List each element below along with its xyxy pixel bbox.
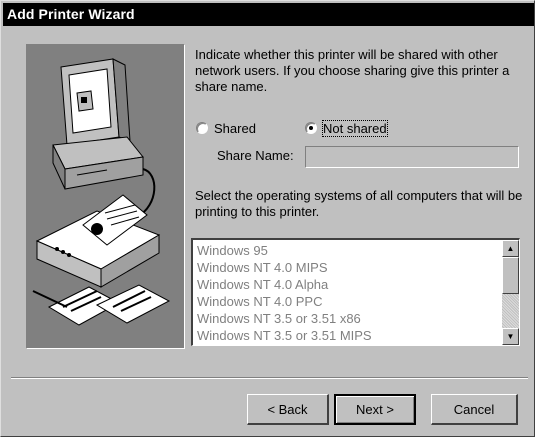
shared-radio-button[interactable] (196, 122, 208, 134)
arrow-down-icon: ▼ (506, 332, 515, 341)
list-item[interactable]: Windows NT 3.5 or 3.51 MIPS (197, 327, 372, 344)
add-printer-wizard-window: Add Printer Wizard Indicate whether this… (0, 0, 535, 437)
scroll-thumb[interactable] (502, 257, 519, 294)
next-button[interactable]: Next > (334, 394, 416, 425)
title-bar[interactable]: Add Printer Wizard (3, 3, 534, 26)
share-name-input[interactable] (305, 146, 519, 168)
os-instructions: Select the operating systems of all comp… (195, 188, 523, 219)
vertical-scrollbar[interactable]: ▲ ▼ (502, 240, 519, 345)
os-list: Windows 95 Windows NT 4.0 MIPS Windows N… (197, 242, 372, 344)
window-title: Add Printer Wizard (7, 6, 135, 22)
printer-wizard-illustration (26, 44, 185, 349)
radio-selected-dot (309, 126, 313, 130)
cancel-button[interactable]: Cancel (431, 394, 518, 425)
list-item[interactable]: Windows NT 3.5 or 3.51 x86 (197, 310, 372, 327)
scroll-up-button[interactable]: ▲ (502, 240, 519, 257)
shared-radio-option[interactable]: Shared (196, 119, 256, 137)
list-item[interactable]: Windows NT 4.0 PPC (197, 293, 372, 310)
list-item[interactable]: Windows 95 (197, 242, 372, 259)
next-button-label: Next > (356, 402, 394, 417)
share-name-label: Share Name: (217, 148, 294, 163)
arrow-up-icon: ▲ (506, 244, 515, 253)
list-item[interactable]: Windows NT 4.0 Alpha (197, 276, 372, 293)
not-shared-radio-label[interactable]: Not shared (322, 119, 388, 137)
not-shared-radio-button[interactable] (305, 122, 317, 134)
scroll-down-button[interactable]: ▼ (502, 328, 519, 345)
back-button-label: < Back (267, 401, 308, 417)
not-shared-radio-option[interactable]: Not shared (305, 119, 388, 137)
printer-network-icon (27, 45, 184, 348)
back-button[interactable]: < Back (247, 394, 329, 425)
cancel-button-label: Cancel (453, 401, 495, 417)
shared-radio-label[interactable]: Shared (214, 121, 256, 136)
operating-systems-listbox[interactable]: Windows 95 Windows NT 4.0 MIPS Windows N… (191, 238, 520, 346)
button-separator (11, 377, 528, 379)
list-item[interactable]: Windows NT 4.0 MIPS (197, 259, 372, 276)
sharing-description: Indicate whether this printer will be sh… (195, 47, 510, 94)
